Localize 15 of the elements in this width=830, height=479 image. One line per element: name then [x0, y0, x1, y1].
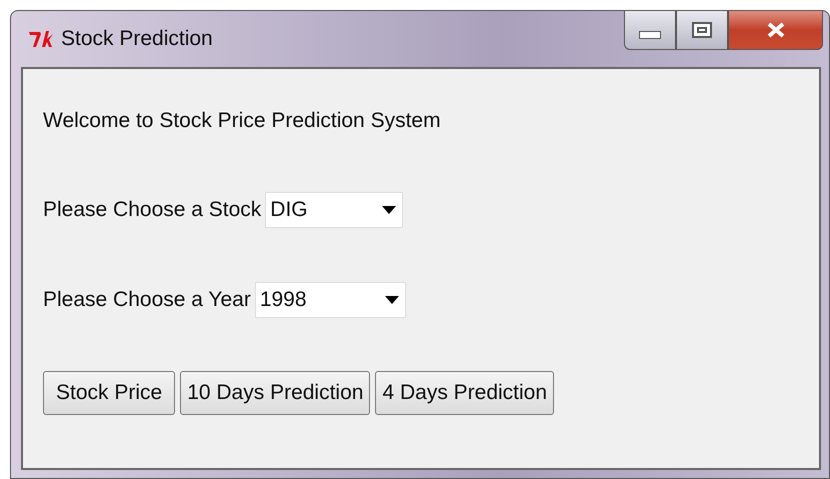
dropdown[interactable]: 1998: [254, 282, 406, 318]
caret-icon: [382, 206, 396, 214]
caret-icon: [384, 296, 399, 304]
dropdown[interactable]: DIG: [265, 192, 404, 228]
close-icon: [766, 22, 786, 38]
window-title: Stock Prediction: [61, 27, 213, 51]
action-button[interactable]: Stock Price: [43, 371, 176, 415]
close-button[interactable]: [728, 10, 823, 50]
field-label: Please Choose a Year: [43, 288, 251, 312]
action-button[interactable]: 10 Days Prediction: [180, 371, 370, 415]
field-label: Please Choose a Stock: [43, 198, 262, 222]
maximize-button[interactable]: [676, 10, 728, 50]
welcome-text: Welcome to Stock Price Prediction System: [43, 109, 442, 134]
action-button[interactable]: 4 Days Prediction: [375, 371, 554, 415]
minimize-button[interactable]: [624, 10, 676, 50]
